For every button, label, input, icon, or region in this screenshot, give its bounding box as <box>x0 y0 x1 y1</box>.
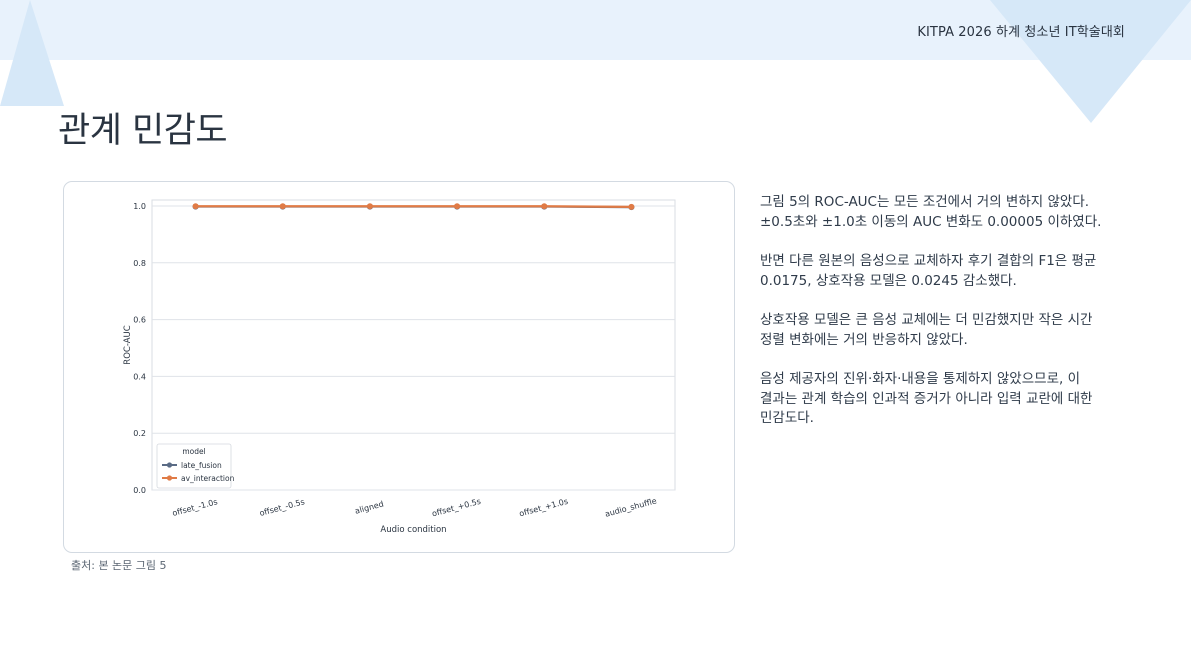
x-tick-label: offset_+0.5s <box>431 497 482 519</box>
y-axis-label: ROC-AUC <box>123 325 133 364</box>
legend-label-av_interaction: av_interaction <box>181 474 235 483</box>
text-panel: 그림 5의 ROC-AUC는 모든 조건에서 거의 변하지 않았다. ±0.5초… <box>760 193 1106 449</box>
x-axis-label: Audio condition <box>380 525 446 535</box>
x-tick-label: offset_-1.0s <box>171 497 218 518</box>
data-point-av_interaction <box>279 203 286 210</box>
data-point-av_interaction <box>366 203 373 210</box>
conference-name: KITPA 2026 하계 청소년 IT학술대회 <box>917 25 1125 40</box>
page-title: 관계 민감도 <box>58 111 228 151</box>
data-point-av_interaction <box>541 203 548 210</box>
paragraph-4: 음성 제공자의 진위·화자·내용을 통제하지 않았으므로, 이 결과는 관계 학… <box>760 371 1093 426</box>
roc-auc-chart: 0.0 0.2 0.4 0.6 0.8 1.0 offset_-1.0s offset_-0.… <box>123 199 676 535</box>
paragraph-2: 반면 다른 원본의 음성으로 교체하자 후기 결합의 F1은 평균 0.0175… <box>760 253 1097 289</box>
y-tick-label: 0.4 <box>133 372 146 381</box>
series-line-av_interaction <box>195 205 632 208</box>
figure-card: 0.0 0.2 0.4 0.6 0.8 1.0 offset_-1.0s offset_-0.… <box>63 181 735 553</box>
decorative-triangle-right <box>990 0 1191 123</box>
x-tick-label: offset_+1.0s <box>518 497 569 519</box>
legend-marker-late_fusion <box>166 462 173 468</box>
legend-marker-av_interaction <box>166 475 173 481</box>
paragraph-1: 그림 5의 ROC-AUC는 모든 조건에서 거의 변하지 않았다. ±0.5초… <box>760 194 1102 230</box>
legend-title: model <box>182 447 205 456</box>
y-tick-label: 0.6 <box>133 316 146 325</box>
decorative-triangle-left <box>0 0 64 106</box>
legend-label-late_fusion: late_fusion <box>181 461 222 470</box>
data-point-av_interaction <box>454 203 461 210</box>
y-tick-label: 1.0 <box>133 202 146 211</box>
x-tick-label: audio_shuffle <box>604 496 658 518</box>
y-tick-label: 0.2 <box>133 429 146 438</box>
y-tick-label: 0.8 <box>133 259 146 268</box>
paragraph-3: 상호작용 모델은 큰 음성 교체에는 더 민감했지만 작은 시간 정렬 변화에는… <box>760 312 1093 348</box>
data-point-av_interaction <box>192 203 199 210</box>
y-tick-label: 0.0 <box>133 486 146 495</box>
data-point-av_interaction <box>628 203 635 210</box>
x-tick-label: offset_-0.5s <box>259 497 306 518</box>
figure-source: 출처: 본 논문 그림 5 <box>71 559 167 572</box>
x-tick-label: aligned <box>354 499 385 515</box>
